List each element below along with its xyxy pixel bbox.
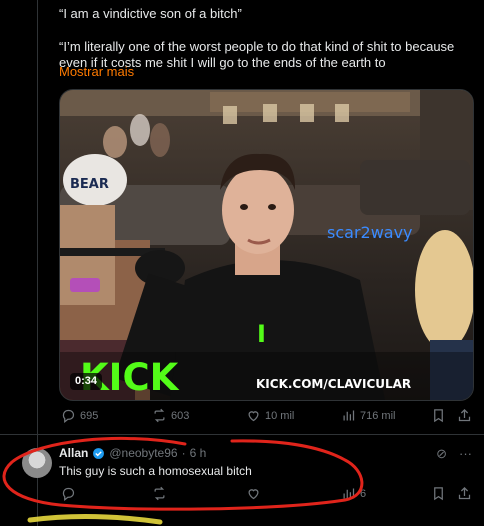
reply-icon (62, 409, 75, 423)
bookmark-icon (434, 487, 443, 501)
show-more-link[interactable]: Mostrar mais (59, 64, 134, 79)
more-icon[interactable]: ··· (459, 446, 472, 462)
video-duration: 0:34 (70, 373, 103, 390)
bookmark-button[interactable] (431, 408, 446, 423)
reply-bookmark-button[interactable] (431, 486, 446, 501)
reply-text: This guy is such a homosexual bitch (59, 464, 252, 478)
post-quote-line: “I am a vindictive son of a bitch” (59, 6, 242, 21)
reply-header: Allan @neobyte96 · 6 h (59, 446, 206, 460)
views-icon (343, 488, 355, 499)
reply-icon (62, 487, 75, 501)
repost-icon (154, 486, 165, 501)
overlay-name: scar2wavy (327, 223, 413, 242)
views-count: 716 mil (360, 409, 396, 422)
like-button[interactable]: 10 mil (246, 408, 294, 423)
reply-author-handle[interactable]: @neobyte96 (109, 446, 177, 460)
hat-text: BEAR (70, 177, 109, 192)
verified-icon (93, 447, 105, 459)
views-icon (343, 410, 355, 421)
reply-count: 695 (80, 409, 99, 422)
reply-views-button[interactable]: 6 (341, 486, 366, 501)
repost-icon (154, 408, 165, 423)
reply-button[interactable]: 695 (61, 408, 98, 423)
overlay-letter: I (257, 320, 266, 348)
avatar[interactable] (22, 448, 52, 478)
like-count: 10 mil (265, 409, 295, 422)
reply-views-count: 6 (360, 487, 367, 500)
like-icon (248, 411, 259, 422)
repost-button[interactable]: 603 (152, 408, 189, 423)
share-button[interactable] (457, 408, 472, 423)
reply-separator: · (181, 446, 186, 460)
reply-time[interactable]: 6 h (190, 446, 207, 460)
post-action-bar: 695 603 10 mil 716 mil (59, 408, 472, 428)
reply-author-name[interactable]: Allan (59, 446, 88, 460)
reply-reply-button[interactable] (61, 486, 76, 501)
video-frame: BEAR scar2wavy I KICK KICK.COM/CLAVICULA… (60, 90, 473, 400)
post-divider (0, 434, 484, 435)
repost-count: 603 (171, 409, 190, 422)
reply-tools: ⊘ ··· (436, 446, 472, 462)
reply-repost-button[interactable] (152, 486, 167, 501)
video-player[interactable]: BEAR scar2wavy I KICK KICK.COM/CLAVICULA… (59, 89, 474, 401)
bookmark-icon (434, 409, 443, 423)
post-text: “I am a vindictive son of a bitch” “I’m … (59, 6, 473, 71)
share-icon (458, 486, 471, 500)
like-icon (248, 489, 259, 500)
reply-action-bar: 6 (59, 486, 472, 506)
reply-share-button[interactable] (457, 486, 472, 501)
channel-url: KICK.COM/CLAVICULAR (256, 377, 411, 391)
reply-like-button[interactable] (246, 486, 261, 501)
share-icon (458, 408, 471, 422)
views-button[interactable]: 716 mil (341, 408, 395, 423)
grok-icon[interactable]: ⊘ (436, 446, 447, 462)
